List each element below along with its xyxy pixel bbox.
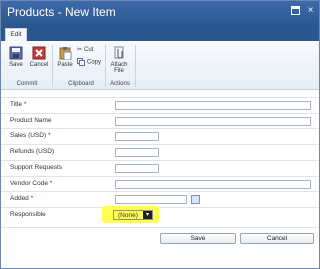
ribbon-cut-button[interactable]: ✂ Cut bbox=[77, 46, 93, 53]
product-name-input[interactable] bbox=[115, 117, 311, 126]
ribbon-paste-button[interactable]: Paste bbox=[56, 46, 74, 68]
ribbon-tab-strip: Edit bbox=[1, 25, 319, 41]
save-icon bbox=[9, 46, 23, 60]
chevron-down-icon[interactable]: ▾ bbox=[143, 211, 152, 219]
save-button[interactable]: Save bbox=[160, 233, 236, 244]
support-requests-input[interactable] bbox=[115, 164, 159, 173]
ribbon-attach-file-button[interactable]: Attach File bbox=[108, 46, 130, 74]
ribbon-cancel-button[interactable]: Cancel bbox=[28, 46, 50, 68]
ribbon-attach-label-2: File bbox=[114, 68, 124, 74]
refunds-input[interactable] bbox=[115, 148, 159, 157]
cancel-button[interactable]: Cancel bbox=[240, 233, 314, 244]
ribbon-paste-label: Paste bbox=[57, 62, 73, 68]
ribbon: Save Cancel Commit Paste ✂ Cut Copy Clip… bbox=[1, 41, 319, 90]
required-mark: * bbox=[30, 195, 34, 202]
field-label-product-name: Product Name bbox=[10, 117, 52, 124]
new-item-dialog: Products - New Item × Edit Save Cancel C… bbox=[0, 0, 320, 269]
ribbon-save-label: Save bbox=[9, 62, 23, 68]
field-label-vendor-code: Vendor Code * bbox=[10, 180, 53, 187]
required-mark: * bbox=[47, 132, 51, 139]
required-mark: * bbox=[49, 180, 53, 187]
paste-icon bbox=[59, 47, 72, 60]
field-label-responsible: Responsible bbox=[10, 211, 46, 218]
responsible-value: (None) bbox=[118, 212, 138, 219]
title-bar: Products - New Item × bbox=[1, 1, 319, 25]
responsible-select[interactable]: (None) ▾ bbox=[113, 210, 153, 220]
field-label-refunds: Refunds (USD) bbox=[10, 148, 55, 155]
calendar-icon[interactable] bbox=[191, 195, 200, 204]
dialog-title: Products - New Item bbox=[7, 5, 116, 19]
sales-input[interactable] bbox=[115, 132, 159, 141]
added-date-input[interactable] bbox=[115, 195, 187, 204]
form-bottom-divider bbox=[1, 227, 319, 228]
paperclip-icon bbox=[114, 46, 124, 59]
required-mark: * bbox=[23, 101, 27, 108]
group-actions-label: Actions bbox=[110, 81, 130, 87]
ribbon-cut-label: Cut bbox=[84, 47, 94, 54]
ribbon-copy-button[interactable]: Copy bbox=[77, 58, 101, 66]
copy-icon bbox=[77, 58, 85, 66]
ribbon-copy-label: Copy bbox=[87, 59, 102, 66]
ribbon-separator bbox=[105, 45, 106, 87]
ribbon-save-button[interactable]: Save bbox=[6, 46, 26, 68]
maximize-icon[interactable] bbox=[291, 6, 300, 15]
tab-edit[interactable]: Edit bbox=[5, 28, 27, 41]
field-label-support-requests: Support Requests bbox=[10, 164, 63, 171]
ribbon-cancel-label: Cancel bbox=[29, 62, 49, 68]
vendor-code-input[interactable] bbox=[115, 180, 311, 189]
ribbon-separator bbox=[135, 45, 136, 87]
scissors-icon: ✂ bbox=[77, 47, 83, 53]
field-label-sales: Sales (USD) * bbox=[10, 132, 51, 139]
group-commit-label: Commit bbox=[16, 81, 38, 87]
cancel-icon bbox=[32, 46, 46, 60]
close-icon[interactable]: × bbox=[306, 6, 315, 16]
group-clipboard-label: Clipboard bbox=[68, 81, 94, 87]
title-input[interactable] bbox=[115, 101, 311, 110]
field-label-added: Added * bbox=[10, 195, 34, 202]
ribbon-separator bbox=[52, 45, 53, 87]
field-label-title: Title * bbox=[10, 101, 27, 108]
form-row-responsible: Responsible bbox=[1, 207, 319, 227]
